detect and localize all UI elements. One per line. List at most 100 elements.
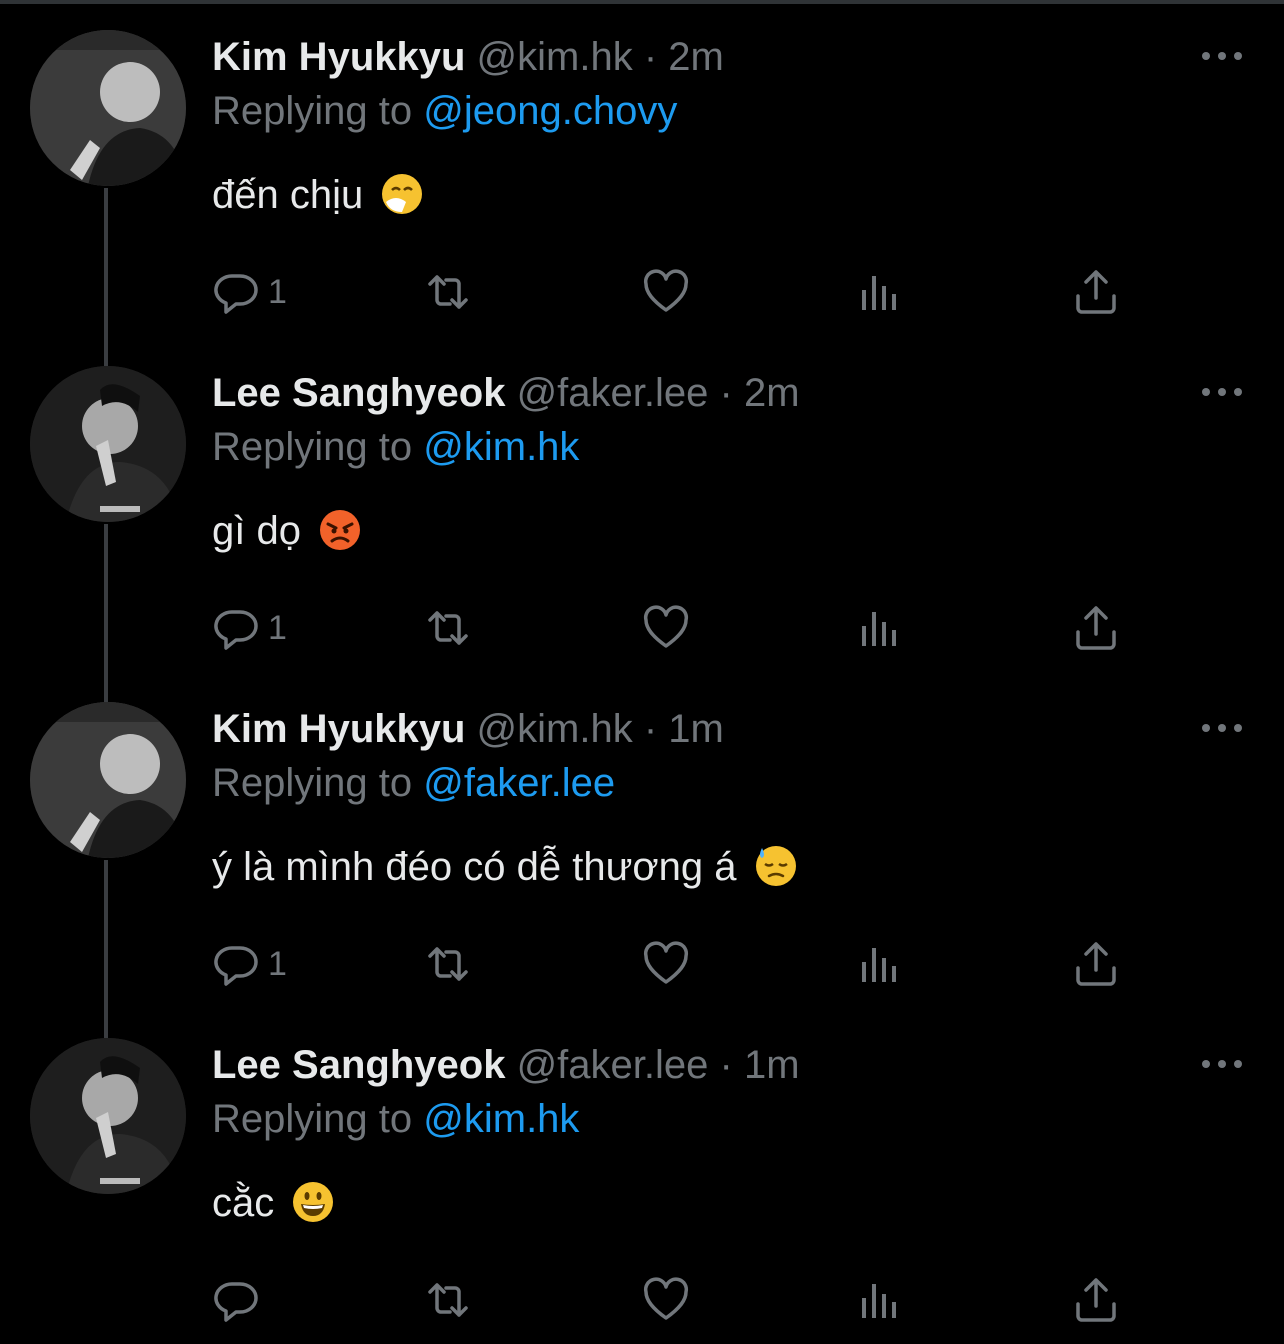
display-name[interactable]: Kim Hyukkyu: [212, 35, 465, 79]
timestamp[interactable]: 2m: [744, 371, 800, 415]
reply-icon: [214, 274, 258, 314]
tweet-text: đến chịu: [212, 170, 424, 220]
reply-icon: [214, 1282, 258, 1322]
share-icon: [1076, 1278, 1116, 1322]
avatar[interactable]: [30, 702, 186, 858]
tweet[interactable]: Kim Hyukkyu @kim.hk · 1m Replying to @fa…: [0, 672, 1284, 1008]
tweet[interactable]: Lee Sanghyeok @faker.lee · 2m Replying t…: [0, 336, 1284, 672]
separator-dot: ·: [643, 35, 658, 79]
replying-prefix: Replying to: [212, 425, 413, 469]
replying-to: Replying to @kim.hk: [212, 424, 579, 470]
more-icon[interactable]: [1200, 44, 1244, 68]
timestamp[interactable]: 1m: [668, 707, 724, 751]
retweet-icon: [428, 611, 468, 645]
views-icon: [862, 1284, 896, 1318]
avatar[interactable]: [30, 366, 186, 522]
action-bar: 1: [212, 264, 1132, 320]
replying-prefix: Replying to: [212, 1097, 413, 1141]
reply-icon: [214, 946, 258, 986]
avatar[interactable]: [30, 1038, 186, 1194]
grinning-face-emoji: [293, 1182, 334, 1222]
separator-dot: ·: [643, 707, 658, 751]
share-button[interactable]: [1072, 936, 1120, 992]
reply-button[interactable]: 1: [212, 600, 287, 656]
retweet-icon: [428, 947, 468, 981]
views-icon: [862, 948, 896, 982]
display-name[interactable]: Lee Sanghyeok: [212, 1043, 505, 1087]
like-icon: [643, 1277, 689, 1320]
separator-dot: ·: [719, 371, 733, 415]
reply-to-handle[interactable]: @kim.hk: [423, 425, 579, 469]
reply-icon: [214, 610, 258, 650]
reply-count: 1: [268, 608, 287, 647]
reply-button[interactable]: [212, 1272, 268, 1328]
replying-to: Replying to @faker.lee: [212, 760, 615, 806]
retweet-button[interactable]: [424, 600, 472, 656]
replying-to: Replying to @jeong.chovy: [212, 88, 677, 134]
action-bar: [212, 1272, 1132, 1328]
share-button[interactable]: [1072, 600, 1120, 656]
tweet-text-content: đến chịu: [212, 173, 364, 217]
more-icon[interactable]: [1200, 1052, 1244, 1076]
like-icon: [643, 605, 689, 648]
retweet-button[interactable]: [424, 1272, 472, 1328]
like-button[interactable]: [642, 600, 690, 656]
avatar[interactable]: [30, 30, 186, 186]
separator-dot: ·: [719, 1043, 733, 1087]
action-bar: 1: [212, 936, 1132, 992]
user-handle[interactable]: @faker.lee: [517, 1043, 709, 1087]
tweet-header: Kim Hyukkyu @kim.hk · 2m: [212, 34, 724, 80]
tweet-text: cằc: [212, 1178, 335, 1228]
timestamp[interactable]: 1m: [744, 1043, 800, 1087]
user-handle[interactable]: @kim.hk: [477, 35, 633, 79]
reply-count: 1: [268, 944, 287, 983]
tweet-text: gì dọ: [212, 506, 362, 556]
user-handle[interactable]: @faker.lee: [517, 371, 709, 415]
like-button[interactable]: [642, 1272, 690, 1328]
tweet-text-content: gì dọ: [212, 509, 301, 553]
tweet-text: ý là mình đéo có dễ thương á: [212, 842, 798, 892]
views-button[interactable]: [856, 600, 904, 656]
views-button[interactable]: [856, 264, 904, 320]
like-icon: [643, 269, 689, 312]
replying-to: Replying to @kim.hk: [212, 1096, 579, 1142]
sneezing-face-emoji: [382, 174, 423, 214]
reply-to-handle[interactable]: @faker.lee: [423, 761, 615, 805]
retweet-button[interactable]: [424, 264, 472, 320]
retweet-icon: [428, 1283, 468, 1317]
tweet-text-content: ý là mình đéo có dễ thương á: [212, 845, 737, 889]
views-button[interactable]: [856, 1272, 904, 1328]
views-button[interactable]: [856, 936, 904, 992]
tweet-header: Lee Sanghyeok @faker.lee · 1m: [212, 1042, 800, 1088]
retweet-button[interactable]: [424, 936, 472, 992]
angry-face-emoji: [320, 510, 361, 550]
action-bar: 1: [212, 600, 1132, 656]
share-button[interactable]: [1072, 264, 1120, 320]
display-name[interactable]: Lee Sanghyeok: [212, 371, 505, 415]
like-icon: [643, 941, 689, 984]
more-icon[interactable]: [1200, 380, 1244, 404]
more-icon[interactable]: [1200, 716, 1244, 740]
replying-prefix: Replying to: [212, 761, 413, 805]
retweet-icon: [428, 275, 468, 309]
tweet[interactable]: Kim Hyukkyu @kim.hk · 2m Replying to @je…: [0, 0, 1284, 336]
reply-button[interactable]: 1: [212, 264, 287, 320]
reply-count: 1: [268, 272, 287, 311]
share-icon: [1076, 606, 1116, 650]
reply-button[interactable]: 1: [212, 936, 287, 992]
display-name[interactable]: Kim Hyukkyu: [212, 707, 465, 751]
tweet[interactable]: Lee Sanghyeok @faker.lee · 1m Replying t…: [0, 1008, 1284, 1344]
tweet-text-content: cằc: [212, 1181, 275, 1225]
like-button[interactable]: [642, 264, 690, 320]
user-handle[interactable]: @kim.hk: [477, 707, 633, 751]
share-icon: [1076, 270, 1116, 314]
timestamp[interactable]: 2m: [668, 35, 724, 79]
share-button[interactable]: [1072, 1272, 1120, 1328]
reply-to-handle[interactable]: @jeong.chovy: [423, 89, 677, 133]
like-button[interactable]: [642, 936, 690, 992]
tweet-header: Lee Sanghyeok @faker.lee · 2m: [212, 370, 800, 416]
views-icon: [862, 612, 896, 646]
replying-prefix: Replying to: [212, 89, 413, 133]
tweet-header: Kim Hyukkyu @kim.hk · 1m: [212, 706, 724, 752]
reply-to-handle[interactable]: @kim.hk: [423, 1097, 579, 1141]
